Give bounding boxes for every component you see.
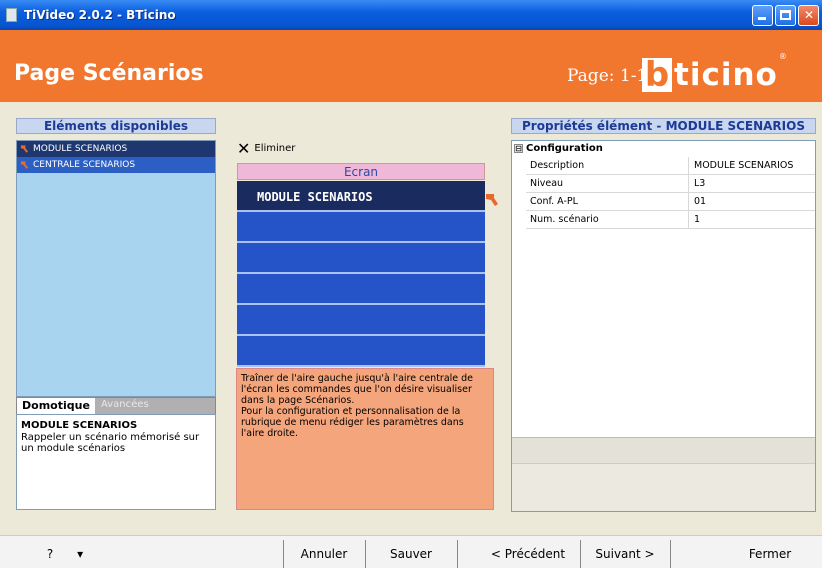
description-title: MODULE SCENARIOS — [21, 420, 138, 431]
delete-label: Eliminer — [254, 142, 296, 154]
maximize-icon — [780, 10, 791, 20]
properties-header: Propriétés élément - MODULE SCENARIOS — [511, 118, 816, 134]
logo-registered: ® — [778, 52, 787, 61]
minimize-icon — [758, 17, 766, 20]
properties-grid: ⊟ Configuration Description MODULE SCENA… — [511, 140, 816, 512]
tab-avancees[interactable]: Avancées — [101, 399, 149, 410]
screen-slot-2[interactable] — [237, 212, 485, 243]
cancel-button[interactable]: Annuler — [284, 541, 364, 567]
description-text: Rappeler un scénario mémorisé sur un mod… — [21, 432, 200, 454]
category-configuration[interactable]: ⊟ Configuration — [512, 141, 815, 156]
slot-label: MODULE SCENARIOS — [257, 190, 373, 204]
list-item-label: MODULE SCENARIOS — [33, 144, 128, 154]
info-text-1: Traîner de l'aire gauche jusqu'à l'aire … — [241, 373, 474, 406]
property-key: Description — [530, 160, 585, 171]
page-header: Page Scénarios Page: 1-1 b ticino ® — [0, 30, 822, 102]
minimize-button[interactable] — [752, 5, 773, 26]
screen-slot-6[interactable] — [237, 336, 485, 367]
available-elements-header: Eléments disponibles — [16, 118, 216, 134]
window-title: TiVideo 2.0.2 - BTicino — [24, 8, 176, 22]
dropdown-arrow-icon: ▾ — [77, 547, 84, 561]
property-value[interactable]: 1 — [688, 211, 815, 229]
next-button[interactable]: Suivant > — [581, 541, 669, 567]
property-row-num-scenario[interactable]: Num. scénario 1 — [526, 211, 815, 229]
tool-icon — [20, 145, 29, 153]
collapse-icon[interactable]: ⊟ — [514, 144, 523, 153]
separator — [457, 540, 458, 568]
property-value[interactable]: L3 — [688, 175, 815, 193]
screen-header: Ecran — [237, 163, 485, 180]
close-icon: ✕ — [804, 8, 815, 22]
tool-icon — [20, 161, 29, 169]
property-key: Conf. A-PL — [530, 196, 578, 207]
help-dropdown[interactable]: ? ▾ — [30, 541, 100, 567]
pointer-icon — [486, 194, 498, 206]
tab-domotique[interactable]: Domotique — [17, 398, 95, 415]
logo-b: b — [642, 58, 672, 92]
save-button[interactable]: Sauver — [366, 541, 456, 567]
info-text-2: Pour la configuration et personnalisatio… — [241, 406, 464, 439]
property-help-area — [512, 463, 815, 511]
maximize-button[interactable] — [775, 5, 796, 26]
property-key: Niveau — [530, 178, 564, 189]
separator — [670, 540, 671, 568]
app-icon — [6, 8, 17, 22]
screen-slot-1[interactable]: MODULE SCENARIOS — [237, 181, 485, 212]
list-item-label: CENTRALE SCENARIOS — [33, 160, 136, 170]
list-item-centrale-scenarios[interactable]: CENTRALE SCENARIOS — [17, 157, 215, 173]
property-row-niveau[interactable]: Niveau L3 — [526, 175, 815, 193]
category-label: Configuration — [526, 143, 603, 154]
bticino-logo: b ticino ® — [642, 52, 787, 92]
property-row-description[interactable]: Description MODULE SCENARIOS — [526, 157, 815, 175]
page-title: Page Scénarios — [14, 61, 204, 86]
page-number: Page: 1-1 — [567, 66, 648, 86]
available-elements-list: MODULE SCENARIOS CENTRALE SCENARIOS — [16, 140, 216, 397]
element-description: MODULE SCENARIOS Rappeler un scénario mé… — [16, 414, 216, 510]
screen-slot-4[interactable] — [237, 274, 485, 305]
list-item-module-scenarios[interactable]: MODULE SCENARIOS — [17, 141, 215, 157]
screen-slot-3[interactable] — [237, 243, 485, 274]
screen-slots: MODULE SCENARIOS — [237, 181, 485, 367]
previous-button[interactable]: < Précédent — [478, 541, 578, 567]
delete-button[interactable]: ✕ Eliminer — [237, 138, 295, 158]
property-key: Num. scénario — [530, 214, 599, 225]
close-button[interactable]: Fermer — [730, 541, 810, 567]
close-window-button[interactable]: ✕ — [798, 5, 819, 26]
property-help-band — [512, 437, 815, 463]
logo-text: ticino — [674, 57, 778, 93]
property-value[interactable]: 01 — [688, 193, 815, 211]
delete-icon: ✕ — [237, 138, 251, 158]
property-row-conf-apl[interactable]: Conf. A-PL 01 — [526, 193, 815, 211]
title-bar: TiVideo 2.0.2 - BTicino ✕ — [0, 0, 822, 30]
help-info-box: Traîner de l'aire gauche jusqu'à l'aire … — [236, 368, 494, 510]
property-value[interactable]: MODULE SCENARIOS — [688, 157, 815, 175]
left-tab-bar: Domotique Avancées — [16, 397, 216, 415]
help-label: ? — [46, 547, 54, 561]
screen-slot-5[interactable] — [237, 305, 485, 336]
